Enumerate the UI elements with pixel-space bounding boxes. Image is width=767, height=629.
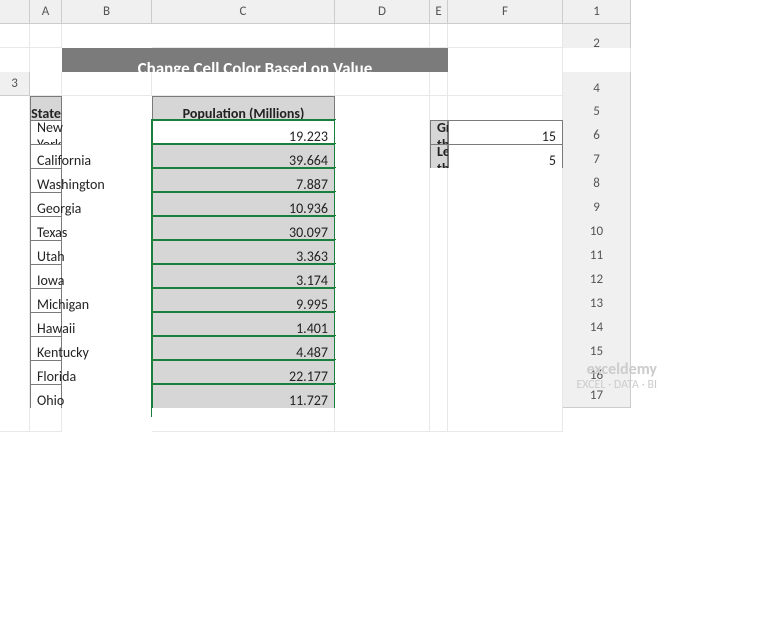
col-header-B[interactable]: B — [62, 0, 152, 24]
col-header-E[interactable]: E — [430, 0, 448, 24]
cell-B17[interactable] — [30, 408, 62, 432]
cell-E1[interactable] — [430, 24, 448, 48]
cell-A3[interactable] — [30, 72, 62, 96]
cell-F17[interactable] — [448, 408, 563, 432]
cell-F1[interactable] — [448, 24, 563, 48]
cell-D17[interactable] — [335, 408, 430, 432]
col-header-D[interactable]: D — [335, 0, 430, 24]
cell-C1[interactable] — [152, 24, 335, 48]
col-header-F[interactable]: F — [448, 0, 563, 24]
cell-A1[interactable] — [0, 24, 30, 48]
row-header-3[interactable]: 3 — [0, 72, 30, 96]
cell-C3[interactable] — [152, 72, 335, 96]
watermark: exceldemy EXCEL · DATA · BI — [576, 361, 657, 392]
watermark-brand: exceldemy — [576, 361, 657, 379]
cell-B3[interactable] — [62, 72, 152, 96]
cell-F3[interactable] — [448, 72, 563, 96]
col-header-A[interactable]: A — [30, 0, 62, 24]
cell-D3[interactable] — [335, 72, 430, 96]
watermark-tag: EXCEL · DATA · BI — [576, 379, 657, 392]
cell-B1[interactable] — [30, 24, 62, 48]
cell-C17[interactable] — [152, 408, 335, 432]
cell-A17[interactable] — [0, 408, 30, 432]
col-header-C[interactable]: C — [152, 0, 335, 24]
row-header-1[interactable]: 1 — [563, 0, 631, 24]
select-all-corner[interactable] — [0, 0, 30, 24]
cell-E3[interactable] — [430, 72, 448, 96]
cell-D1[interactable] — [335, 24, 430, 48]
cell-E17[interactable] — [430, 408, 448, 432]
